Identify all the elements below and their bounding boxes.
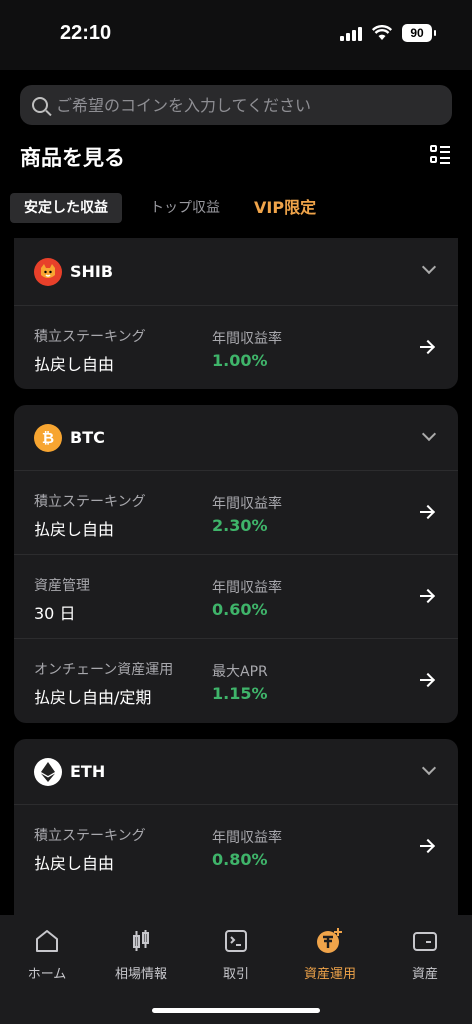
rate-label: 年間収益率 bbox=[212, 830, 282, 846]
nav-label: 取引 bbox=[222, 967, 249, 982]
eth-logo-icon bbox=[34, 757, 62, 786]
nav-label: 資産運用 bbox=[303, 967, 356, 982]
tab-stable-income[interactable]: 安定した収益 bbox=[10, 193, 122, 223]
nav-label: ホーム bbox=[27, 967, 67, 982]
product-term: 払戻し自由 bbox=[34, 520, 115, 539]
coin-name: SHIB bbox=[70, 262, 114, 281]
cellular-signal-icon bbox=[340, 25, 362, 41]
coin-card-header[interactable]: ETH bbox=[14, 739, 458, 805]
coin-name: BTC bbox=[70, 428, 105, 447]
home-icon bbox=[36, 930, 58, 952]
arrow-right-icon[interactable] bbox=[420, 673, 434, 687]
rate-label: 年間収益率 bbox=[212, 496, 282, 512]
btc-logo-icon: ₿ bbox=[34, 423, 62, 452]
page-title: 商品を見る bbox=[20, 146, 125, 170]
rate-value: 1.15% bbox=[212, 684, 268, 703]
home-indicator[interactable] bbox=[152, 1008, 320, 1013]
rate-label: 年間収益率 bbox=[212, 580, 282, 596]
coin-card-header[interactable]: ₿ BTC bbox=[14, 405, 458, 471]
arrow-right-icon[interactable] bbox=[420, 839, 434, 853]
category-tabs: 安定した収益 トップ収益 VIP限定 bbox=[10, 193, 322, 223]
product-type: オンチェーン資産運用 bbox=[34, 662, 174, 678]
search-input[interactable] bbox=[56, 95, 416, 115]
product-row[interactable]: 積立ステーキング 払戻し自由 年間収益率 0.80% bbox=[14, 805, 458, 889]
nav-home[interactable]: ホーム bbox=[0, 923, 94, 982]
wallet-icon bbox=[413, 932, 437, 951]
product-term: 30 日 bbox=[34, 604, 76, 623]
status-bar: 22:10 90 bbox=[0, 0, 472, 70]
chevron-down-icon[interactable] bbox=[421, 760, 437, 776]
rate-value: 0.80% bbox=[212, 850, 268, 869]
product-term: 払戻し自由 bbox=[34, 854, 115, 873]
product-type: 資産管理 bbox=[34, 578, 90, 594]
tab-vip-only[interactable]: VIP限定 bbox=[248, 193, 322, 223]
coin-card-shib: SHIB 積立ステーキング 払戻し自由 年間収益率 1.00% bbox=[14, 238, 458, 389]
shib-logo-icon bbox=[34, 257, 62, 286]
nav-market[interactable]: 相場情報 bbox=[94, 923, 188, 982]
product-type: 積立ステーキング bbox=[34, 828, 146, 844]
arrow-right-icon[interactable] bbox=[420, 340, 434, 354]
arrow-right-icon[interactable] bbox=[420, 589, 434, 603]
candlestick-icon bbox=[133, 930, 149, 951]
arrow-right-icon[interactable] bbox=[420, 505, 434, 519]
trade-icon bbox=[225, 930, 247, 952]
product-term: 払戻し自由 bbox=[34, 355, 115, 374]
product-type: 積立ステーキング bbox=[34, 494, 146, 510]
coin-card-header[interactable]: SHIB bbox=[14, 238, 458, 306]
chevron-down-icon[interactable] bbox=[421, 426, 437, 442]
product-type: 積立ステーキング bbox=[34, 329, 146, 345]
nav-trade[interactable]: 取引 bbox=[189, 923, 283, 982]
chevron-down-icon[interactable] bbox=[421, 259, 437, 275]
rate-value: 0.60% bbox=[212, 600, 268, 619]
product-row[interactable]: オンチェーン資産運用 払戻し自由/定期 最大APR 1.15% bbox=[14, 639, 458, 723]
search-bar[interactable] bbox=[20, 85, 452, 125]
battery-icon: 90 bbox=[402, 24, 436, 42]
coin-card-btc: ₿ BTC 積立ステーキング 払戻し自由 年間収益率 2.30% 資産管理 30… bbox=[14, 405, 458, 723]
nav-label: 資産 bbox=[411, 967, 438, 982]
rate-value: 1.00% bbox=[212, 351, 268, 370]
wifi-icon bbox=[372, 25, 392, 40]
coin-card-eth: ETH 積立ステーキング 払戻し自由 年間収益率 0.80% bbox=[14, 739, 458, 939]
search-icon bbox=[32, 97, 48, 113]
earn-icon bbox=[317, 928, 342, 953]
coin-name: ETH bbox=[70, 762, 106, 781]
list-view-icon[interactable] bbox=[430, 144, 450, 164]
rate-label: 年間収益率 bbox=[212, 331, 282, 347]
product-term: 払戻し自由/定期 bbox=[34, 688, 152, 707]
product-row[interactable]: 積立ステーキング 払戻し自由 年間収益率 2.30% bbox=[14, 471, 458, 555]
product-row[interactable]: 資産管理 30 日 年間収益率 0.60% bbox=[14, 555, 458, 639]
status-time: 22:10 bbox=[60, 22, 112, 44]
nav-earn[interactable]: 資産運用 bbox=[283, 923, 377, 982]
tab-top-income[interactable]: トップ収益 bbox=[136, 193, 234, 223]
status-icons: 90 bbox=[340, 24, 436, 42]
rate-value: 2.30% bbox=[212, 516, 268, 535]
nav-assets[interactable]: 資産 bbox=[378, 923, 472, 982]
rate-label: 最大APR bbox=[212, 664, 268, 680]
nav-label: 相場情報 bbox=[114, 967, 167, 982]
product-row[interactable]: 積立ステーキング 払戻し自由 年間収益率 1.00% bbox=[14, 306, 458, 389]
